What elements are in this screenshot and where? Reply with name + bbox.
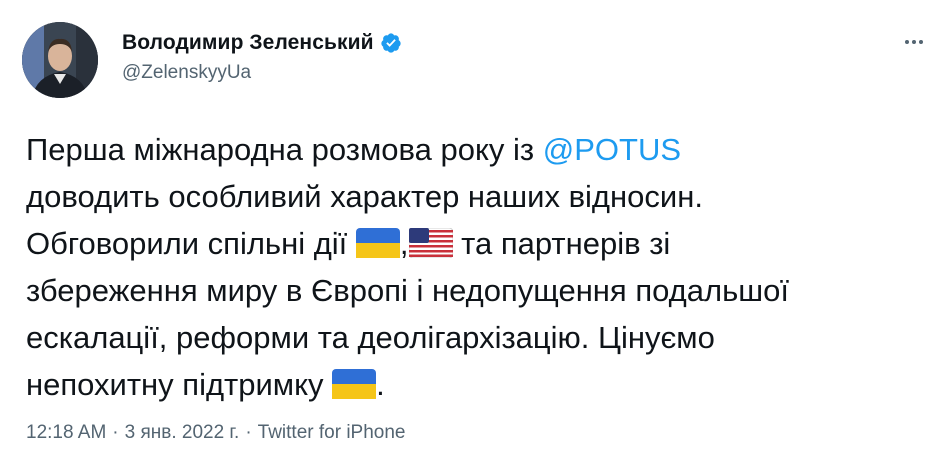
tweet-line-1: Перша міжнародна розмова року із @POTUS <box>26 126 926 173</box>
ukraine-flag-icon <box>355 227 400 258</box>
author-handle[interactable]: @ZelenskyyUa <box>122 62 402 84</box>
author-avatar[interactable] <box>22 22 98 98</box>
tweet-line-2: доводить особливий характер наших віднос… <box>26 179 703 214</box>
user-avatar-photo-icon <box>22 22 98 98</box>
display-name[interactable]: Володимир Зеленський <box>122 31 374 55</box>
tweet-line-4: збереження миру в Європі і недопущення п… <box>26 273 789 308</box>
tweet-text-segment: , <box>399 226 409 261</box>
meta-separator: · <box>245 422 252 443</box>
more-options-icon[interactable] <box>900 30 928 54</box>
tweet-text-segment: непохитну підтримку <box>26 367 333 402</box>
more-dot <box>919 40 923 44</box>
meta-separator: · <box>112 422 119 443</box>
usa-flag-icon <box>408 227 453 258</box>
author-name-row: Володимир Зеленський <box>122 30 402 56</box>
tweet-text-segment: Обговорили спільні дії <box>26 226 356 261</box>
tweet-text: Перша міжнародна розмова року із @POTUS … <box>26 126 926 408</box>
author-block: Володимир Зеленський @ZelenskyyUa <box>122 30 402 84</box>
tweet-source-link[interactable]: Twitter for iPhone <box>258 422 406 444</box>
tweet-text-segment: . <box>376 367 385 402</box>
more-dot <box>912 40 916 44</box>
mention-potus-link[interactable]: @POTUS <box>543 132 681 167</box>
tweet-text-segment: та партнерів зі <box>452 226 671 261</box>
tweet-line-5: ескалації, реформи та деолігархізацію. Ц… <box>26 320 715 355</box>
tweet-line-6: непохитну підтримку . <box>26 361 926 408</box>
ukraine-flag-icon <box>332 368 377 399</box>
tweet-time[interactable]: 12:18 AM <box>26 422 106 444</box>
tweet-meta: 12:18 AM · 3 янв. 2022 г. · Twitter for … <box>26 422 406 444</box>
more-dot <box>905 40 909 44</box>
verified-badge-icon <box>380 33 401 53</box>
tweet-date[interactable]: 3 янв. 2022 г. <box>125 422 240 444</box>
tweet-line-3: Обговорили спільні дії , та партнерів зі <box>26 220 926 267</box>
tweet-text-segment: Перша міжнародна розмова року із <box>26 132 543 167</box>
